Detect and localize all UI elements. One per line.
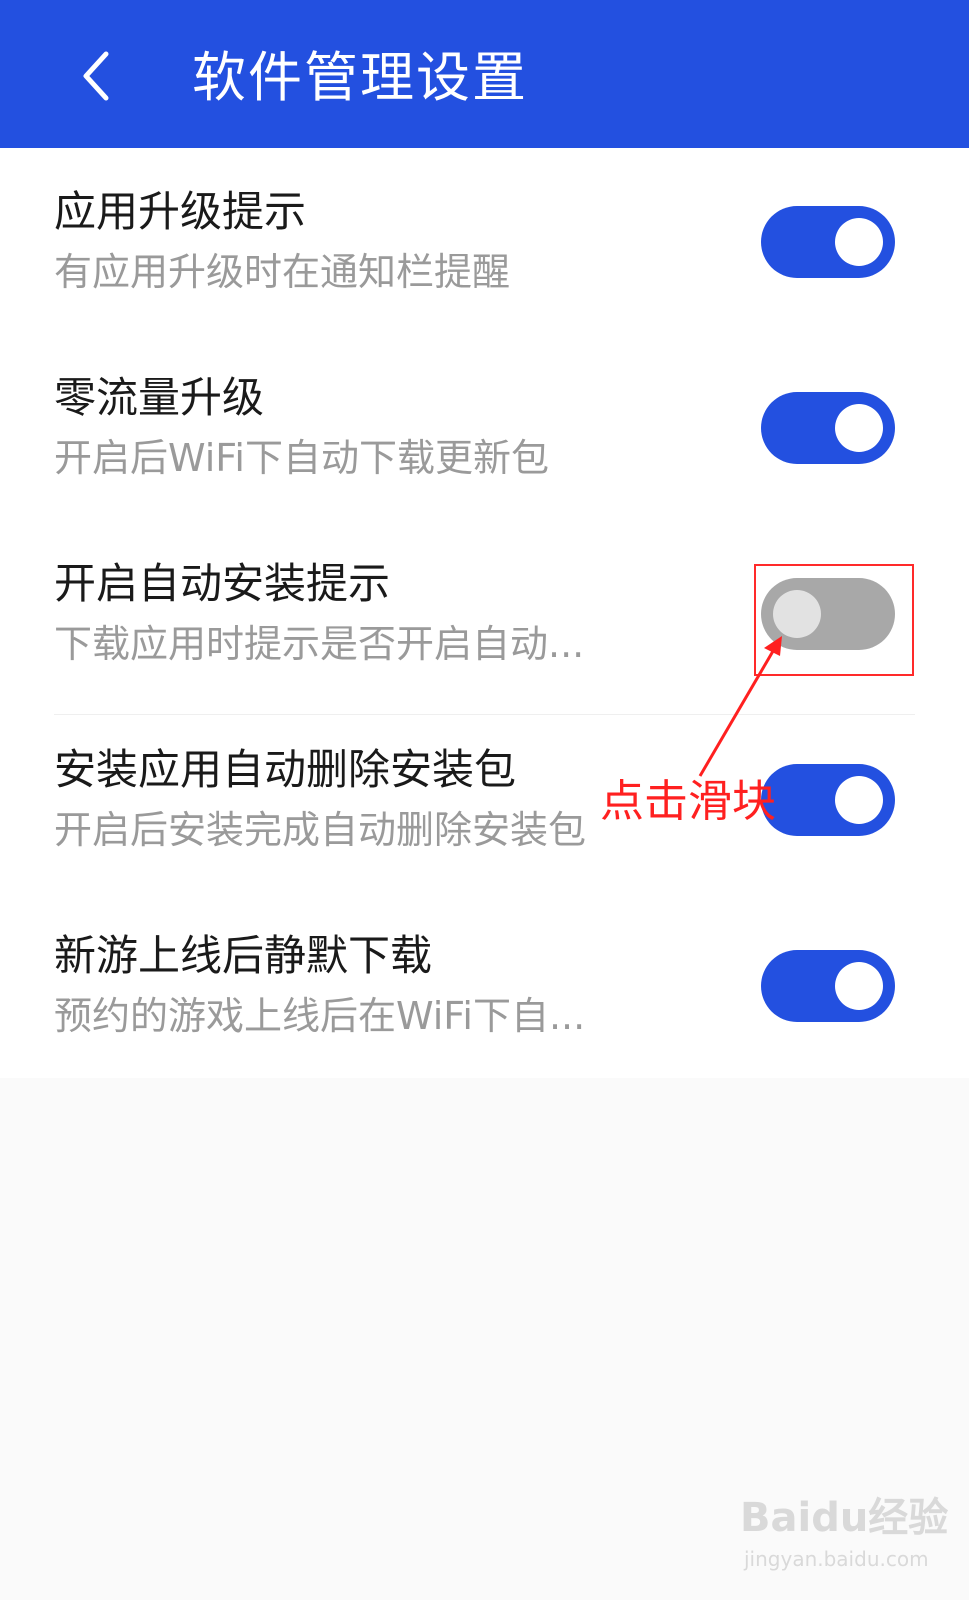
setting-subtitle: 开启后安装完成自动删除安装包 [54, 808, 587, 852]
row-divider [54, 714, 915, 715]
watermark-url: jingyan.baidu.com [744, 1547, 929, 1571]
toggle-knob [835, 776, 883, 824]
setting-subtitle: 预约的游戏上线后在WiFi下自... [54, 994, 586, 1038]
setting-row-silent-download: 新游上线后静默下载 预约的游戏上线后在WiFi下自... [0, 892, 969, 1080]
setting-title: 安装应用自动删除安装包 [54, 745, 517, 794]
chevron-left-icon [83, 51, 109, 101]
setting-subtitle: 开启后WiFi下自动下载更新包 [54, 436, 549, 480]
setting-title: 应用升级提示 [54, 187, 307, 236]
toggle-switch-auto-delete-package[interactable] [761, 764, 895, 836]
setting-title: 新游上线后静默下载 [54, 931, 433, 980]
baidu-watermark: Baidu经验 jingyan.baidu.com [740, 1476, 950, 1586]
setting-row-zero-traffic-upgrade: 零流量升级 开启后WiFi下自动下载更新包 [0, 334, 969, 522]
toggle-switch-silent-download[interactable] [761, 950, 895, 1022]
back-button[interactable] [64, 40, 128, 112]
toggle-knob [835, 962, 883, 1010]
setting-title: 零流量升级 [54, 373, 265, 422]
setting-subtitle: 下载应用时提示是否开启自动... [54, 622, 585, 666]
setting-title: 开启自动安装提示 [54, 559, 391, 608]
toggle-knob [835, 404, 883, 452]
settings-page: 软件管理设置 应用升级提示 有应用升级时在通知栏提醒 零流量升级 开启后WiFi… [0, 0, 969, 1600]
toggle-switch-auto-install-prompt[interactable] [761, 578, 895, 650]
settings-list: 应用升级提示 有应用升级时在通知栏提醒 零流量升级 开启后WiFi下自动下载更新… [0, 148, 969, 1078]
toggle-knob [835, 218, 883, 266]
watermark-brand: Baidu经验 [740, 1495, 949, 1541]
setting-subtitle: 有应用升级时在通知栏提醒 [54, 250, 511, 294]
toggle-knob [773, 590, 821, 638]
setting-row-upgrade-notice: 应用升级提示 有应用升级时在通知栏提醒 [0, 148, 969, 336]
setting-row-auto-delete-package: 安装应用自动删除安装包 开启后安装完成自动删除安装包 [0, 706, 969, 894]
page-title: 软件管理设置 [192, 46, 528, 109]
app-header: 软件管理设置 [0, 0, 969, 148]
toggle-switch-upgrade-notice[interactable] [761, 206, 895, 278]
setting-row-auto-install-prompt: 开启自动安装提示 下载应用时提示是否开启自动... [0, 520, 969, 708]
toggle-switch-zero-traffic-upgrade[interactable] [761, 392, 895, 464]
